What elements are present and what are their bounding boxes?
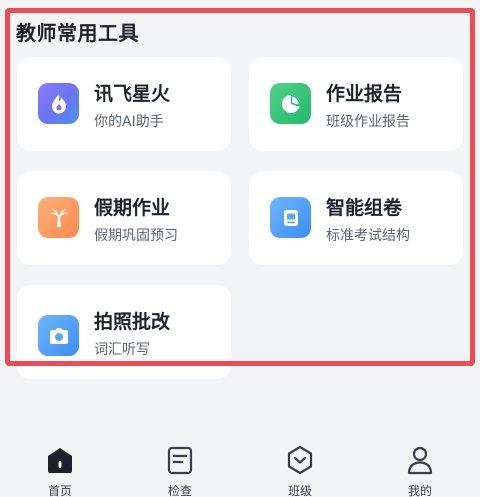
user-icon (407, 446, 433, 475)
tool-title: 讯飞星火 (94, 83, 171, 105)
tab-mine[interactable]: 我的 (380, 436, 460, 497)
tab-label: 首页 (47, 484, 72, 497)
bottom-tab-bar: 首页 检查 班级 我的 (0, 436, 480, 497)
tab-label: 我的 (407, 484, 432, 497)
tab-class[interactable]: 班级 (260, 436, 340, 497)
tab-label: 检查 (167, 484, 192, 497)
tab-label: 班级 (287, 484, 312, 497)
tool-card-smart-exam[interactable]: 智能组卷 标准考试结构 (249, 171, 463, 265)
tab-home[interactable]: 首页 (20, 436, 100, 497)
tab-check[interactable]: 检查 (140, 436, 220, 497)
class-hexagon-icon (287, 445, 313, 475)
tool-subtitle: 词汇听写 (94, 342, 150, 358)
tool-title: 拍照批改 (94, 311, 171, 333)
tool-subtitle: 你的AI助手 (94, 114, 164, 130)
flame-icon (38, 83, 79, 124)
tool-subtitle: 标准考试结构 (326, 228, 410, 244)
exam-paper-icon (270, 197, 311, 238)
pie-chart-icon (270, 83, 311, 124)
tool-title: 作业报告 (326, 83, 403, 105)
tool-card-holiday-homework[interactable]: 假期作业 假期巩固预习 (17, 171, 231, 265)
tool-subtitle: 班级作业报告 (326, 114, 410, 130)
checklist-icon (167, 446, 193, 475)
camera-icon (38, 315, 79, 356)
tool-title: 智能组卷 (326, 197, 403, 219)
home-icon (48, 448, 72, 473)
tool-subtitle: 假期巩固预习 (94, 228, 178, 244)
section-title: 教师常用工具 (16, 21, 139, 45)
tool-card-photo-grading[interactable]: 拍照批改 词汇听写 (17, 285, 231, 379)
tool-card-xunfei-spark[interactable]: 讯飞星火 你的AI助手 (17, 57, 231, 151)
tool-card-homework-report[interactable]: 作业报告 班级作业报告 (249, 57, 463, 151)
palm-tree-icon (38, 197, 79, 238)
tool-title: 假期作业 (94, 197, 171, 219)
